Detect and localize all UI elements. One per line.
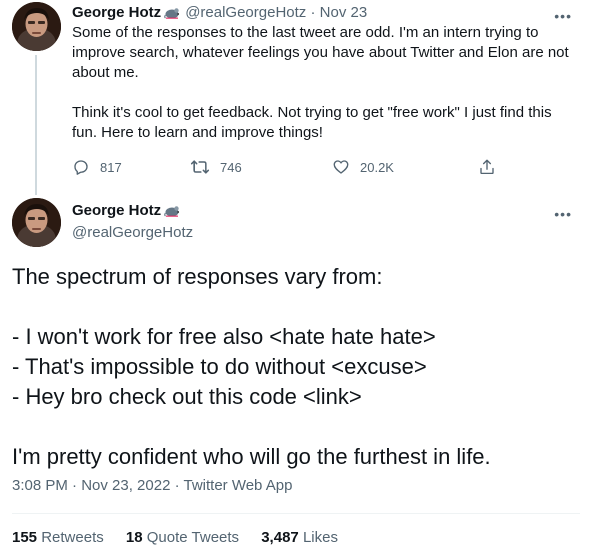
tweet-line: I'm pretty confident who will go the fur… xyxy=(12,444,491,469)
author-name[interactable]: George Hotz xyxy=(72,4,161,21)
reply-count: 817 xyxy=(100,159,122,175)
share-icon xyxy=(478,158,496,176)
tweet-line xyxy=(12,292,582,322)
likes-label: Likes xyxy=(302,529,338,546)
author-handle[interactable]: @realGeorgeHotz xyxy=(185,4,306,21)
heart-icon xyxy=(332,158,350,176)
author-handle[interactable]: @realGeorgeHotz xyxy=(72,223,193,243)
focused-tweet-header: George Hotz @realGeorgeHotz ••• xyxy=(0,195,592,255)
retweet-icon xyxy=(190,158,210,176)
retweets-stat[interactable]: 155 Retweets xyxy=(12,528,104,548)
retweets-count: 155 xyxy=(12,529,38,546)
tweet-paragraph: Some of the responses to the last tweet … xyxy=(72,24,569,81)
mouse-icon xyxy=(164,5,181,25)
tweet-actions: 817 746 20.2K xyxy=(72,156,512,178)
quotes-count: 18 xyxy=(125,529,143,546)
avatar[interactable] xyxy=(12,2,61,51)
mouse-icon xyxy=(164,203,181,223)
retweet-button[interactable]: 746 xyxy=(190,156,242,178)
tweet-line: - I won't work for free also <hate hate … xyxy=(12,324,436,349)
likes-count: 3,487 xyxy=(261,529,299,546)
divider xyxy=(12,513,580,514)
thread-connector xyxy=(35,55,37,195)
retweets-label: Retweets xyxy=(41,529,104,546)
quote-tweets-stat[interactable]: 18 Quote Tweets xyxy=(126,528,239,548)
tweet-timestamp[interactable]: 3:08 PM · Nov 23, 2022 · Twitter Web App xyxy=(12,476,292,496)
tweet-text: Some of the responses to the last tweet … xyxy=(72,23,572,143)
parent-tweet[interactable]: George Hotz @realGeorgeHotz · Nov 23 ••• … xyxy=(0,0,592,195)
tweet-line: The spectrum of responses vary from: xyxy=(12,264,383,289)
more-horizontal-icon[interactable]: ••• xyxy=(554,207,572,221)
likes-stat[interactable]: 3,487 Likes xyxy=(261,528,338,548)
tweet-header: George Hotz @realGeorgeHotz · Nov 23 xyxy=(72,3,367,25)
share-button[interactable] xyxy=(478,156,496,178)
reply-button[interactable]: 817 xyxy=(72,156,122,178)
focused-tweet-text: The spectrum of responses vary from: - I… xyxy=(12,262,582,472)
reply-icon xyxy=(72,158,90,176)
avatar[interactable] xyxy=(12,198,61,247)
tweet-paragraph: Think it's cool to get feedback. Not try… xyxy=(72,104,552,141)
retweet-count: 746 xyxy=(220,159,242,175)
tweet-line: - That's impossible to do without <excus… xyxy=(12,354,427,379)
like-button[interactable]: 20.2K xyxy=(332,156,394,178)
tweet-line xyxy=(12,412,582,442)
quotes-label: Quote Tweets xyxy=(146,529,240,546)
more-horizontal-icon[interactable]: ••• xyxy=(554,9,572,23)
like-count: 20.2K xyxy=(360,159,394,175)
author-name-row: George Hotz xyxy=(72,201,185,223)
author-name[interactable]: George Hotz xyxy=(72,202,161,219)
tweet-date[interactable]: Nov 23 xyxy=(320,4,368,21)
tweet-stats: 155 Retweets 18 Quote Tweets 3,487 Likes xyxy=(12,528,356,548)
tweet-line: - Hey bro check out this code <link> xyxy=(12,384,362,409)
